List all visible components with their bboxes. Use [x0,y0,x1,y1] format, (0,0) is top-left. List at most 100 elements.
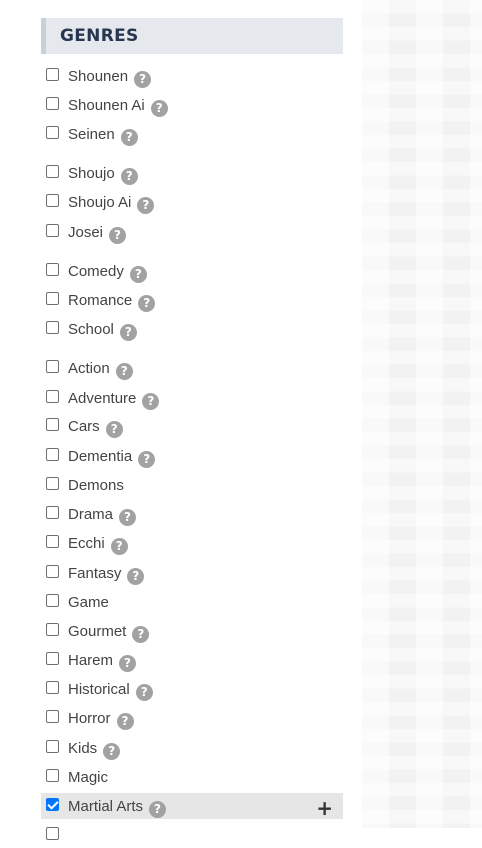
genre-checkbox-comedy[interactable] [46,263,59,276]
genre-label-text[interactable]: Drama [68,506,113,523]
genre-label[interactable]: Martial Arts? [68,798,167,818]
genre-row-shounen[interactable]: Shounen? [41,63,343,89]
genre-label[interactable]: Shoujo Ai? [68,194,155,214]
expand-plus-icon[interactable]: + [316,796,333,820]
genre-label-text[interactable]: Horror [68,710,111,727]
genre-label-text[interactable]: Magic [68,769,108,786]
genre-row-fantasy[interactable]: Fantasy? [41,560,343,586]
genre-label[interactable]: Action? [68,360,133,380]
genre-label[interactable]: Demons [68,477,124,494]
genre-row-demons[interactable]: Demons [41,472,343,498]
genre-checkbox-romance[interactable] [46,292,59,305]
help-icon[interactable]: ? [150,100,168,117]
genre-checkbox-magic[interactable] [46,769,59,782]
genre-row-shounen-ai[interactable]: Shounen Ai? [41,92,343,118]
genre-row-horror[interactable]: Horror? [41,705,343,731]
genre-label[interactable]: Seinen? [68,126,138,146]
genre-label[interactable]: Kids? [68,740,121,760]
genre-label-text[interactable]: Action [68,360,110,377]
genre-label-text[interactable]: Cars [68,418,100,435]
genre-checkbox-fantasy[interactable] [46,565,59,578]
genre-label[interactable]: Josei? [68,224,127,244]
genre-row-seinen[interactable]: Seinen? [41,121,343,147]
help-icon[interactable]: ? [138,295,156,312]
genre-row-martial-arts[interactable]: Martial Arts? + [41,793,343,820]
genre-row-harem[interactable]: Harem? [41,647,343,673]
genre-label-text[interactable]: School [68,321,114,338]
help-icon[interactable]: ? [135,684,153,701]
genre-label-text[interactable]: Gourmet [68,623,126,640]
genre-checkbox-ecchi[interactable] [46,535,59,548]
genre-checkbox-school[interactable] [46,321,59,334]
genre-label-text[interactable]: Seinen [68,126,115,143]
genre-label[interactable]: Romance? [68,292,156,312]
genre-label[interactable]: Magic [68,769,108,786]
genre-label[interactable]: Shounen Ai? [68,97,168,117]
genre-label-text[interactable]: Dementia [68,448,132,465]
genre-checkbox-cars[interactable] [46,418,59,431]
genre-checkbox-gourmet[interactable] [46,623,59,636]
genre-checkbox-action[interactable] [46,360,59,373]
genre-checkbox-kids[interactable] [46,740,59,753]
genre-checkbox-adventure[interactable] [46,390,59,403]
genre-checkbox-seinen[interactable] [46,126,59,139]
genre-label-text[interactable]: Ecchi [68,535,105,552]
genre-checkbox-martial-arts[interactable] [46,798,59,811]
genre-checkbox-drama[interactable] [46,506,59,519]
genre-label-text[interactable]: Shounen [68,68,128,85]
genre-label-text[interactable]: Romance [68,292,132,309]
genre-label-text[interactable]: Historical [68,681,130,698]
genre-label[interactable]: Gourmet? [68,623,150,643]
genre-row-next-genre[interactable] [41,822,343,848]
genre-checkbox-shounen-ai[interactable] [46,97,59,110]
genre-row-adventure[interactable]: Adventure? [41,385,343,411]
help-icon[interactable]: ? [105,421,123,438]
genre-label[interactable]: Game [68,594,109,611]
help-icon[interactable]: ? [129,266,147,283]
genre-label[interactable]: Historical? [68,681,153,701]
genre-checkbox-historical[interactable] [46,681,59,694]
genre-row-josei[interactable]: Josei? [41,219,343,245]
genre-label[interactable]: Horror? [68,710,134,730]
genre-checkbox-dementia[interactable] [46,448,59,461]
genre-checkbox-horror[interactable] [46,710,59,723]
genre-label[interactable]: Shoujo? [68,165,138,185]
help-icon[interactable]: ? [127,568,145,585]
genre-row-game[interactable]: Game [41,589,343,615]
genre-row-magic[interactable]: Magic [41,764,343,790]
help-icon[interactable]: ? [110,538,128,555]
genre-row-shoujo[interactable]: Shoujo? [41,160,343,186]
help-icon[interactable]: ? [142,393,160,410]
help-icon[interactable]: ? [138,451,156,468]
genre-label[interactable]: Ecchi? [68,535,128,555]
help-icon[interactable]: ? [116,713,134,730]
genre-row-shoujo-ai[interactable]: Shoujo Ai? [41,189,343,215]
genre-row-action[interactable]: Action? [41,355,343,381]
genre-label[interactable]: School? [68,321,137,341]
genre-checkbox-game[interactable] [46,594,59,607]
genre-checkbox-shoujo[interactable] [46,165,59,178]
help-icon[interactable]: ? [119,509,137,526]
help-icon[interactable]: ? [103,743,121,760]
genre-row-kids[interactable]: Kids? [41,735,343,761]
genre-label-text[interactable]: Fantasy [68,565,121,582]
help-icon[interactable]: ? [109,227,127,244]
help-icon[interactable]: ? [137,197,155,214]
genre-label-text[interactable]: Martial Arts [68,798,143,815]
genre-label-text[interactable]: Shoujo Ai [68,194,131,211]
genre-label[interactable]: Drama? [68,506,137,526]
genre-label-text[interactable]: Harem [68,652,113,669]
genre-row-dementia[interactable]: Dementia? [41,443,343,469]
genre-row-gourmet[interactable]: Gourmet? [41,618,343,644]
genre-row-comedy[interactable]: Comedy? [41,258,343,284]
genre-label-text[interactable]: Game [68,594,109,611]
help-icon[interactable]: ? [149,801,167,818]
genre-row-school[interactable]: School? [41,316,343,342]
genre-label-text[interactable]: Kids [68,740,97,757]
help-icon[interactable]: ? [119,324,137,341]
help-icon[interactable]: ? [120,168,138,185]
genre-checkbox-shounen[interactable] [46,68,59,81]
help-icon[interactable]: ? [115,363,133,380]
genre-label[interactable]: Adventure? [68,390,160,410]
genre-row-historical[interactable]: Historical? [41,676,343,702]
